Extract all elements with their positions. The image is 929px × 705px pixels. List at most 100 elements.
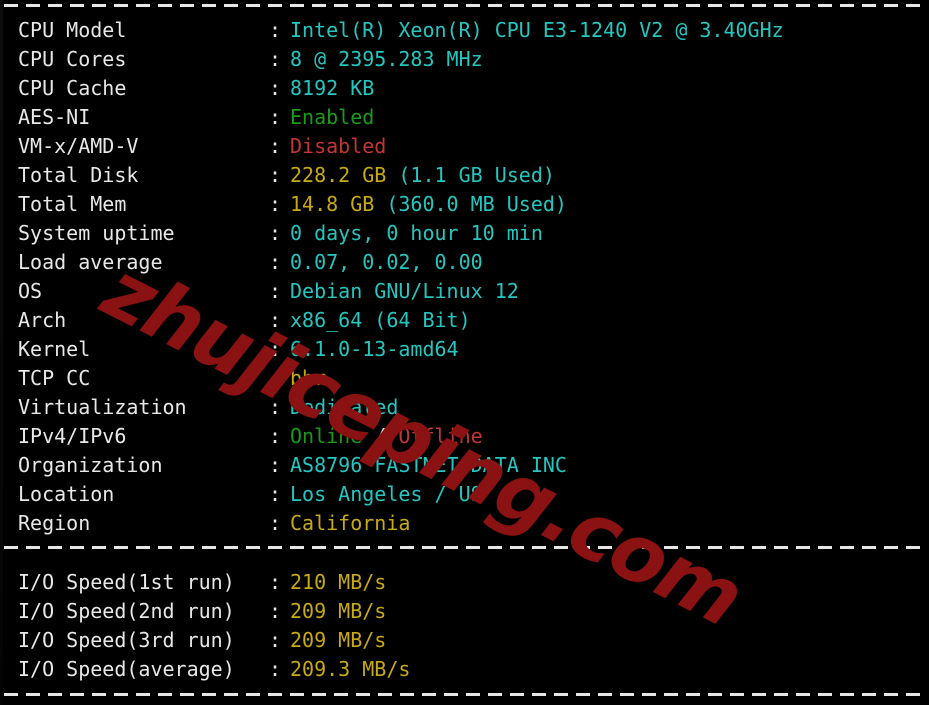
system-info-value-part: Intel(R) Xeon(R) CPU E3-1240 V2 @ 3.40GH… (290, 18, 784, 42)
system-info-row: CPU Cores:8 @ 2395.283 MHz (0, 45, 929, 74)
system-info-colon: : (269, 424, 282, 448)
system-info-value: 8192 KB (290, 74, 374, 103)
io-speed-row: I/O Speed(average):209.3 MB/s (0, 655, 929, 684)
io-speed-value-part: 209 MB/s (290, 599, 387, 623)
system-info-label: CPU Cores (18, 47, 127, 71)
io-speed-label: I/O Speed(3rd run) (18, 628, 235, 652)
system-info-value-part: Debian GNU/Linux 12 (290, 279, 519, 303)
system-info-value-part: 0.07, 0.02, 0.00 (290, 250, 483, 274)
system-info-colon: : (269, 366, 282, 390)
io-speed-row: I/O Speed(3rd run):209 MB/s (0, 626, 929, 655)
io-speed-value-part: 209.3 MB/s (290, 657, 411, 681)
system-info-label: VM-x/AMD-V (18, 134, 139, 158)
system-info-label: AES-NI (18, 105, 91, 129)
system-info-row: VM-x/AMD-V: Disabled (0, 132, 929, 161)
system-info-row: Region: California (0, 509, 929, 538)
io-speed-row: I/O Speed(1st run):210 MB/s (0, 568, 929, 597)
system-info-value: Los Angeles / US (290, 480, 483, 509)
system-info-label: Organization (18, 453, 163, 477)
system-info-colon: : (269, 18, 282, 42)
system-info-label: Arch (18, 308, 67, 332)
system-info-label: IPv4/IPv6 (18, 424, 127, 448)
system-info-value: Enabled (290, 103, 374, 132)
system-info-value-part: 228.2 GB (290, 163, 399, 187)
system-info-colon: : (269, 192, 282, 216)
system-info-value: Intel(R) Xeon(R) CPU E3-1240 V2 @ 3.40GH… (290, 16, 784, 45)
system-info-row: IPv4/IPv6: Online / Offline (0, 422, 929, 451)
system-info-value: Online / Offline (290, 422, 483, 451)
system-info-value: 6.1.0-13-amd64 (290, 335, 459, 364)
system-info-colon: : (269, 453, 282, 477)
io-speed-colon: : (269, 599, 282, 623)
system-info-label: Location (18, 482, 115, 506)
system-info-label: Total Mem (18, 192, 127, 216)
system-info-value-part: (360.0 MB Used) (386, 192, 567, 216)
system-info-row: CPU Cache:8192 KB (0, 74, 929, 103)
io-speed-label: I/O Speed(2nd run) (18, 599, 235, 623)
system-info-value-part: Online (290, 424, 363, 448)
system-info-colon: : (269, 482, 282, 506)
system-info-value-part: Enabled (290, 105, 375, 129)
system-info-value-part: / (362, 424, 399, 448)
io-speed-value: 209.3 MB/s (290, 655, 410, 684)
system-info-colon: : (269, 47, 282, 71)
system-info-value: 14.8 GB (360.0 MB Used) (290, 190, 567, 219)
io-speed-value-part: 210 MB/s (290, 570, 387, 594)
system-info-value-part: 8 @ 2395.283 MHz (290, 47, 483, 71)
system-info-colon: : (269, 250, 282, 274)
system-info-value: Disabled (290, 132, 386, 161)
system-info-colon: : (269, 163, 282, 187)
system-info-value-part: Offline (398, 424, 483, 448)
system-info-row: Total Mem:14.8 GB (360.0 MB Used) (0, 190, 929, 219)
system-info-row: System uptime:0 days, 0 hour 10 min (0, 219, 929, 248)
system-info-row: CPU Model: Intel(R) Xeon(R) CPU E3-1240 V… (0, 16, 929, 45)
system-info-row: Load average:0.07, 0.02, 0.00 (0, 248, 929, 277)
io-speed-value-part: 209 MB/s (290, 628, 387, 652)
system-info-label: OS (18, 279, 43, 303)
io-speed-colon: : (269, 570, 282, 594)
system-info-label: Region (18, 511, 91, 535)
system-info-label: CPU Cache (18, 76, 127, 100)
system-info-value: bbr (290, 364, 326, 393)
system-info-label: Load average (18, 250, 163, 274)
system-info-label: Virtualization (18, 395, 187, 419)
io-speed-label: I/O Speed(average) (18, 657, 235, 681)
system-info-value-part: bbr (290, 366, 327, 390)
system-info-label: System uptime (18, 221, 175, 245)
system-info-value: 0 days, 0 hour 10 min (290, 219, 543, 248)
system-info-value: Debian GNU/Linux 12 (290, 277, 519, 306)
system-info-row: Kernel:6.1.0-13-amd64 (0, 335, 929, 364)
io-speed-row: I/O Speed(2nd run):209 MB/s (0, 597, 929, 626)
io-speed-label: I/O Speed(1st run) (18, 570, 235, 594)
system-info-row: Location: Los Angeles / US (0, 480, 929, 509)
io-speed-value: 209 MB/s (290, 626, 386, 655)
system-info-value-part: (1.1 GB Used) (398, 163, 555, 187)
system-info-colon: : (269, 308, 282, 332)
system-info-value-part: Dedicated (290, 395, 399, 419)
system-info-value: 228.2 GB (1.1 GB Used) (290, 161, 555, 190)
io-speed-colon: : (269, 628, 282, 652)
system-info-value: AS8796 FASTNET DATA INC (290, 451, 567, 480)
system-info-value-part: 14.8 GB (290, 192, 387, 216)
io-speed-value: 210 MB/s (290, 568, 386, 597)
system-info-value: Dedicated (290, 393, 398, 422)
system-info-row: Arch: x86_64 (64 Bit) (0, 306, 929, 335)
system-info-row: AES-NI: Enabled (0, 103, 929, 132)
system-info-value-part: 6.1.0-13-amd64 (290, 337, 459, 361)
system-info-value: x86_64 (64 Bit) (290, 306, 471, 335)
system-info-colon: : (269, 221, 282, 245)
system-info-row: Virtualization: Dedicated (0, 393, 929, 422)
system-info-row: OS: Debian GNU/Linux 12 (0, 277, 929, 306)
system-info-value-part: 8192 KB (290, 76, 375, 100)
system-info-value-part: Disabled (290, 134, 387, 158)
system-info-value-part: 0 days, 0 hour 10 min (290, 221, 543, 245)
system-info-label: Total Disk (18, 163, 139, 187)
system-info-value-part: AS8796 FASTNET DATA INC (290, 453, 567, 477)
system-info-colon: : (269, 105, 282, 129)
system-info-colon: : (269, 134, 282, 158)
system-info-value-part: California (290, 511, 411, 535)
system-info-row: Total Disk:228.2 GB (1.1 GB Used) (0, 161, 929, 190)
terminal-window: CPU Model: Intel(R) Xeon(R) CPU E3-1240 V… (0, 0, 929, 705)
io-speed-colon: : (269, 657, 282, 681)
system-info-label: Kernel (18, 337, 91, 361)
